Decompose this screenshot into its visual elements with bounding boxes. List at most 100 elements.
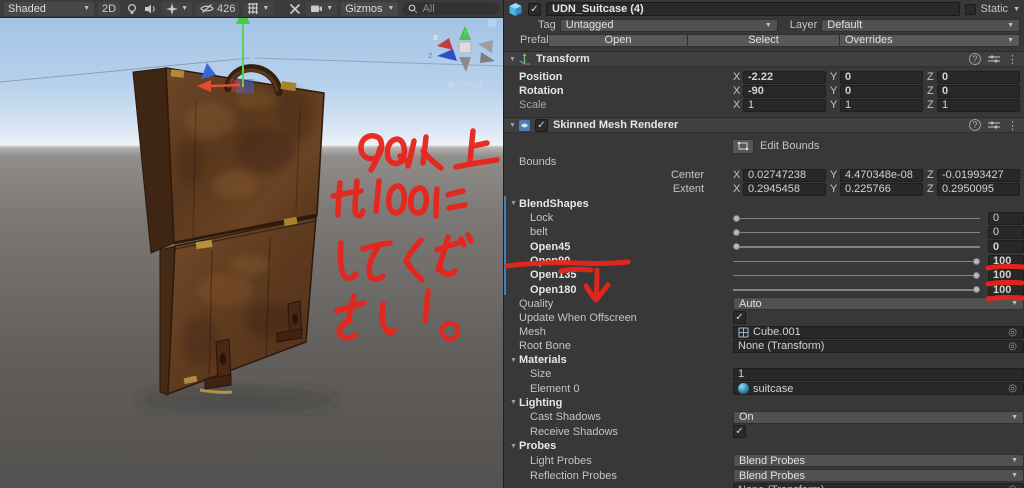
layer-dropdown[interactable]: Default ▼ <box>821 18 1020 32</box>
blendshape-slider[interactable] <box>733 212 980 225</box>
center-x-field[interactable]: 0.02747238 <box>743 168 826 182</box>
blendshape-value-field[interactable]: 0 <box>988 211 1024 225</box>
grid-settings-dropdown[interactable]: ▼ <box>243 1 274 16</box>
blendshape-slider[interactable] <box>733 255 980 268</box>
quality-dropdown[interactable]: Auto ▼ <box>733 297 1024 311</box>
probes-header[interactable]: ▼ Probes <box>504 439 1024 454</box>
foldout-icon[interactable]: ▼ <box>508 399 519 406</box>
camera-settings-dropdown[interactable]: ▼ <box>306 1 338 16</box>
position-z-field[interactable]: 0 <box>937 70 1020 84</box>
scene-visibility-button[interactable]: 426 <box>196 1 240 16</box>
center-z-field[interactable]: -0.01993427 <box>937 168 1020 182</box>
update-offscreen-row: Update When Offscreen ✓ <box>504 311 1024 325</box>
root-bone-field[interactable]: None (Transform) ◎ <box>733 339 1024 353</box>
blendshape-slider[interactable] <box>733 269 980 282</box>
static-dropdown-icon[interactable]: ▼ <box>1013 6 1020 13</box>
lighting-toggle-button[interactable] <box>124 2 139 16</box>
light-probes-dropdown[interactable]: Blend Probes ▼ <box>733 454 1024 468</box>
position-label: Position <box>519 71 563 83</box>
anchor-override-field[interactable]: None (Transform) ◎ <box>733 483 1024 488</box>
kebab-menu-icon[interactable]: ⋮ <box>1007 53 1018 66</box>
scale-x-field[interactable]: 1 <box>743 98 826 112</box>
lighting-header[interactable]: ▼ Lighting <box>504 396 1024 410</box>
layer-label: Layer <box>789 19 818 31</box>
scale-z-field[interactable]: 1 <box>937 98 1020 112</box>
gizmos-dropdown[interactable]: Gizmos ▼ <box>341 1 399 16</box>
foldout-icon[interactable]: ▼ <box>508 357 519 364</box>
materials-header[interactable]: ▼ Materials <box>504 353 1024 367</box>
presets-icon[interactable] <box>988 120 1000 130</box>
reflection-probes-dropdown[interactable]: Blend Probes ▼ <box>733 469 1024 483</box>
toggle-2d-button[interactable]: 2D <box>98 1 121 16</box>
mesh-object-field[interactable]: Cube.001 ◎ <box>733 325 1024 339</box>
mesh-icon <box>738 327 749 338</box>
axis-x-label: x <box>433 32 439 42</box>
foldout-icon[interactable]: ▼ <box>508 443 519 450</box>
smr-header[interactable]: ▼ ✓ Skinned Mesh Renderer ? ⋮ <box>504 117 1024 133</box>
light-probes-label: Light Probes <box>530 454 592 467</box>
prefab-overrides-label: Overrides <box>845 34 893 46</box>
extent-z-field[interactable]: 0.2950095 <box>937 182 1020 196</box>
kebab-menu-icon[interactable]: ⋮ <box>1007 119 1018 132</box>
rotation-x-field[interactable]: -90 <box>743 84 826 98</box>
tools-button[interactable] <box>287 2 302 16</box>
transform-icon <box>519 52 530 65</box>
wrench-hammer-icon <box>289 3 300 14</box>
blendshape-value-field[interactable]: 100 <box>988 254 1024 268</box>
blendshape-slider[interactable] <box>733 226 980 239</box>
rotation-y-field[interactable]: 0 <box>840 84 923 98</box>
effects-dropdown[interactable]: ▼ <box>162 1 192 16</box>
object-picker-icon[interactable]: ◎ <box>1008 383 1019 394</box>
prefab-overrides-dropdown[interactable]: Overrides ▼ <box>840 33 1020 47</box>
position-y-field[interactable]: 0 <box>840 70 923 84</box>
draw-mode-dropdown[interactable]: Shaded ▼ <box>4 1 94 16</box>
object-picker-icon[interactable]: ◎ <box>1008 327 1019 338</box>
chevron-down-icon: ▼ <box>262 5 270 12</box>
size-field[interactable]: 1 <box>733 367 1024 381</box>
help-icon[interactable]: ? <box>969 53 981 65</box>
active-checkbox[interactable]: ✓ <box>528 2 541 16</box>
foldout-icon[interactable]: ▼ <box>507 122 518 129</box>
receive-shadows-row: Receive Shadows ✓ <box>504 424 1024 439</box>
presets-icon[interactable] <box>988 54 1000 64</box>
position-x-field[interactable]: -2.22 <box>743 70 826 84</box>
audio-toggle-button[interactable] <box>143 2 158 16</box>
probes-title: Probes <box>519 440 557 453</box>
center-y-field[interactable]: 4.470348e-08 <box>840 168 923 182</box>
blendshape-value-field[interactable]: 0 <box>988 240 1024 254</box>
update-offscreen-checkbox[interactable]: ✓ <box>733 311 746 325</box>
extent-x-field[interactable]: 0.2945458 <box>743 182 826 196</box>
object-picker-icon[interactable]: ◎ <box>1008 341 1019 352</box>
foldout-icon[interactable]: ▼ <box>508 200 519 207</box>
cast-shadows-dropdown[interactable]: On ▼ <box>733 410 1024 424</box>
gameobject-name: UDN_Suitcase (4) <box>552 3 644 15</box>
smr-enabled-checkbox[interactable]: ✓ <box>535 118 548 132</box>
tag-dropdown[interactable]: Untagged ▼ <box>559 18 778 32</box>
scene-search-field[interactable]: All <box>402 2 499 15</box>
blendshapes-header[interactable]: ▼ BlendShapes <box>504 196 1024 211</box>
receive-shadows-checkbox[interactable]: ✓ <box>733 425 746 439</box>
extent-y-field[interactable]: 0.225766 <box>840 182 923 196</box>
help-icon[interactable]: ? <box>969 119 981 131</box>
foldout-icon[interactable]: ▼ <box>507 56 518 63</box>
blendshape-label: Open135 <box>530 269 577 282</box>
prefab-cube-icon <box>509 2 522 16</box>
scale-y-field[interactable]: 1 <box>840 98 923 112</box>
blendshape-value-field[interactable]: 0 <box>988 225 1024 239</box>
prefab-select-button[interactable]: Select <box>688 33 840 47</box>
rotation-z-field[interactable]: 0 <box>937 84 1020 98</box>
position-row: Position X -2.22 Y0 Z0 <box>504 70 1024 84</box>
blendshape-slider[interactable] <box>733 283 980 296</box>
blendshape-slider[interactable] <box>733 240 980 253</box>
transform-header[interactable]: ▼ Transform ? ⋮ <box>504 51 1024 67</box>
edit-bounds-button[interactable] <box>732 138 754 154</box>
gameobject-name-field[interactable]: UDN_Suitcase (4) <box>546 2 960 16</box>
blendshape-value-field[interactable]: 100 <box>988 283 1024 297</box>
static-checkbox[interactable] <box>964 3 976 15</box>
prefab-open-button[interactable]: Open <box>548 33 688 47</box>
element0-object-field[interactable]: suitcase ◎ <box>733 382 1024 396</box>
object-picker-icon[interactable]: ◎ <box>1008 484 1019 488</box>
persp-indicator[interactable]: Persp <box>447 79 482 90</box>
blendshape-value-field[interactable]: 100 <box>988 268 1024 282</box>
axis-y-label: y <box>463 26 469 36</box>
